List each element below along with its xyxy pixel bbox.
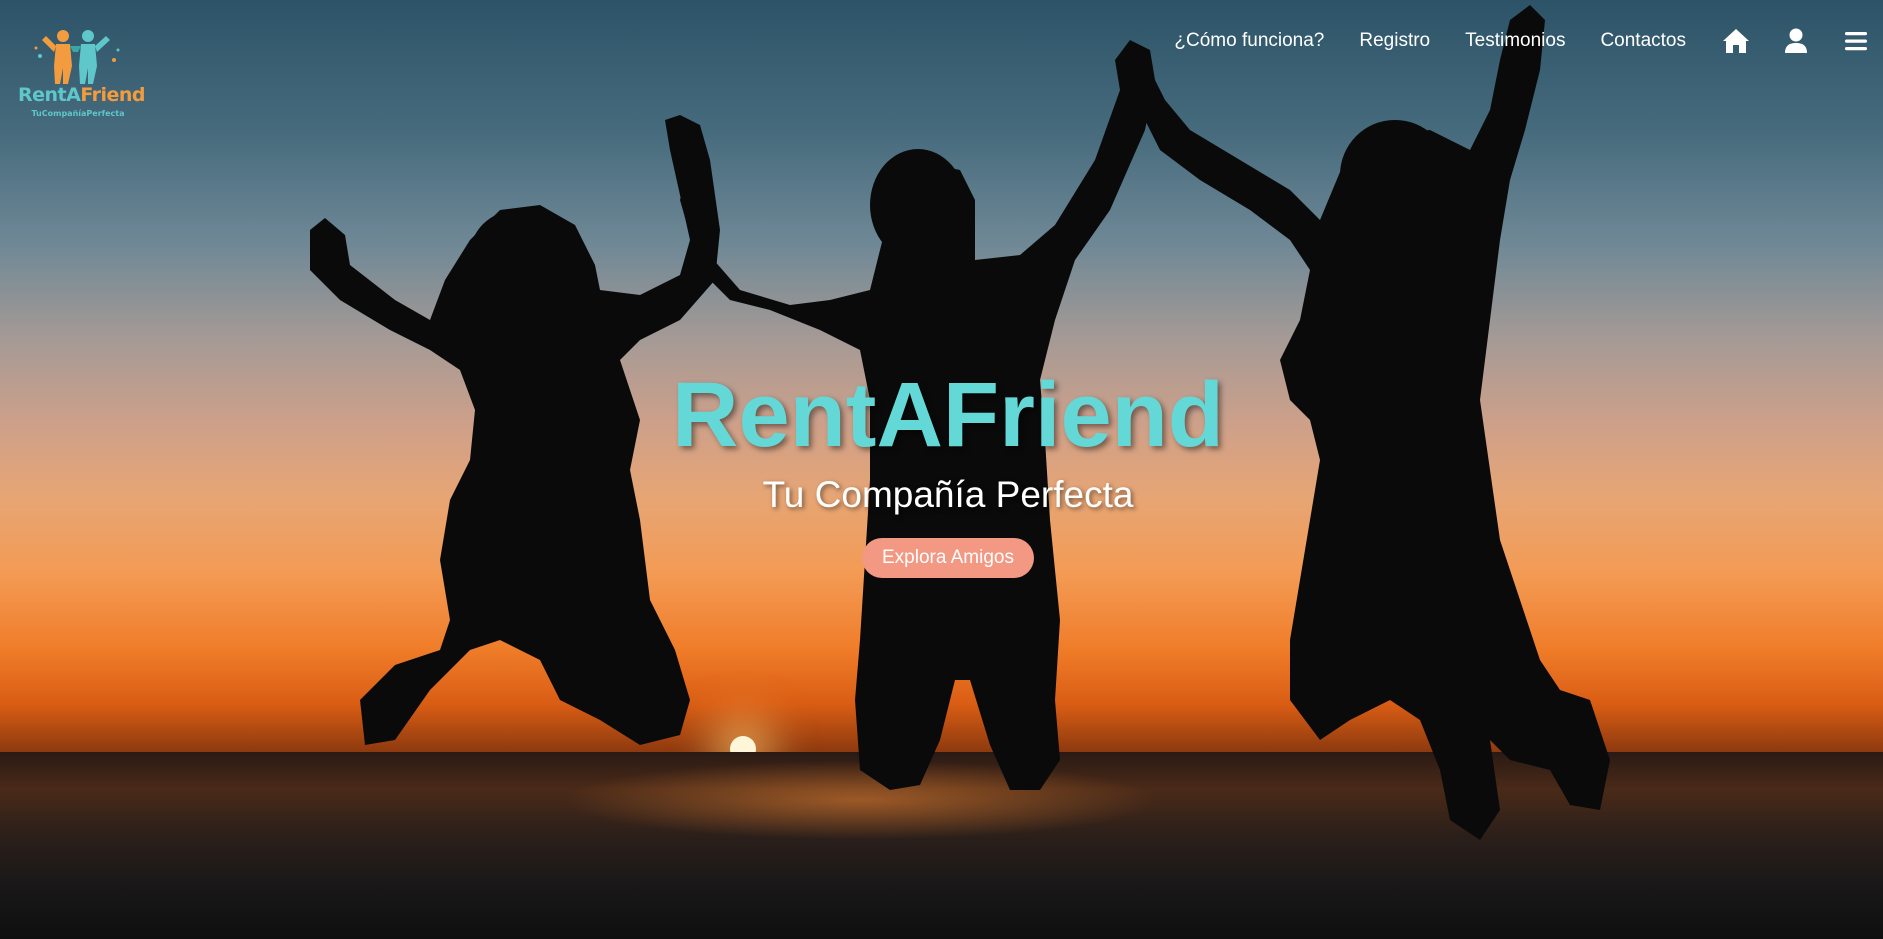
explore-friends-button[interactable]: Explora Amigos	[861, 538, 1034, 578]
logo-tagline: TuCompañíaPerfecta	[31, 109, 125, 118]
nav-link-testimonios[interactable]: Testimonios	[1465, 30, 1565, 52]
hero-title: RentAFriend	[672, 364, 1224, 466]
nav-link-contactos[interactable]: Contactos	[1600, 30, 1686, 52]
hero-content: RentAFriend Tu Compañía Perfecta Explora…	[0, 360, 1883, 578]
hero-section: RentAFriend TuCompañíaPerfecta ¿Cómo fun…	[0, 0, 1883, 939]
nav-menu: ¿Cómo funciona? Registro Testimonios Con…	[1174, 26, 1883, 56]
top-navigation: RentAFriend TuCompañíaPerfecta ¿Cómo fun…	[0, 0, 1883, 118]
menu-icon[interactable]	[1841, 26, 1871, 56]
user-icon[interactable]	[1781, 26, 1811, 56]
logo-wordmark: RentAFriend	[18, 84, 146, 106]
nav-link-registro[interactable]: Registro	[1359, 30, 1430, 52]
hero-subtitle: Tu Compañía Perfecta	[762, 474, 1134, 515]
home-icon[interactable]	[1721, 26, 1751, 56]
site-logo[interactable]: RentAFriend TuCompañíaPerfecta	[18, 26, 146, 122]
friends-logo-icon	[34, 30, 120, 84]
nav-link-como-funciona[interactable]: ¿Cómo funciona?	[1174, 30, 1324, 52]
